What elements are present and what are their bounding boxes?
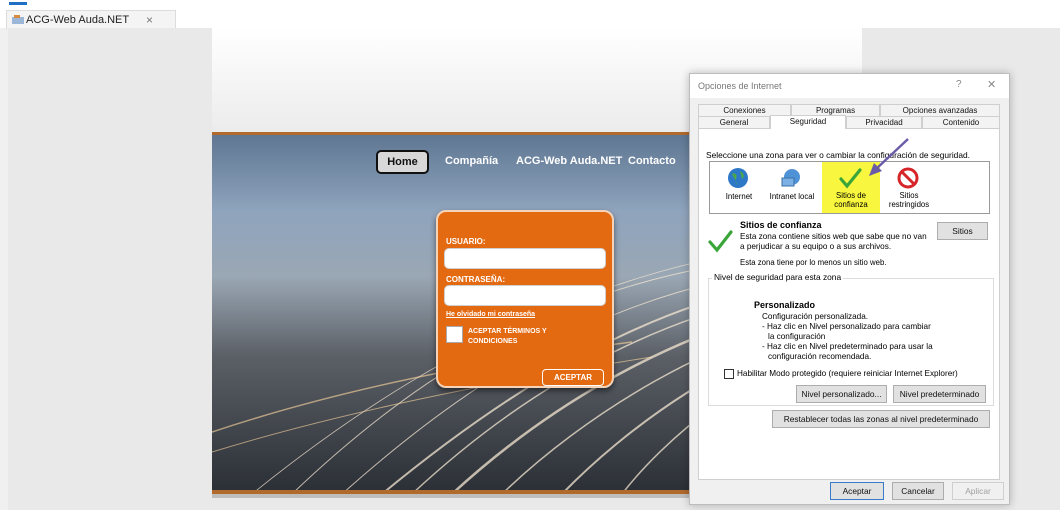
zone-label-internet: Internet (725, 192, 753, 201)
browser-logo-mark (9, 2, 27, 5)
browser-tabbar: ACG-Web Auda.NET × (0, 0, 1060, 30)
nav-home[interactable]: Home (376, 150, 429, 174)
zone-list: Internet Intranet local Sitios de confia… (709, 161, 990, 214)
terms-label: ACEPTAR TÉRMINOS Y CONDICIONES (468, 328, 547, 345)
sites-button[interactable]: Sitios (937, 222, 988, 240)
tab-opciones-avanzadas[interactable]: Opciones avanzadas (880, 104, 1000, 116)
default-level-button[interactable]: Nivel predeterminado (893, 385, 986, 403)
zone-prompt: Seleccione una zona para ver o cambiar l… (706, 150, 970, 160)
cancel-button[interactable]: Cancelar (892, 482, 944, 500)
protected-mode-label: Habilitar Modo protegido (requiere reini… (737, 369, 958, 378)
nav-acg-web[interactable]: ACG-Web Auda.NET (516, 155, 622, 167)
nav-company[interactable]: Compañía (445, 155, 498, 167)
checkmark-icon (839, 168, 862, 189)
reset-all-zones-button[interactable]: Restablecer todas las zonas al nivel pre… (772, 410, 990, 428)
tab-seguridad[interactable]: Seguridad (770, 115, 846, 129)
zone-label-restricted: Sitios restringidos (888, 191, 930, 209)
terms-checkbox[interactable] (446, 326, 463, 343)
tab-contenido[interactable]: Contenido (922, 116, 1000, 128)
screen: ACG-Web Auda.NET × Home Compañía ACG-Web… (0, 0, 1060, 510)
tab-general[interactable]: General (698, 116, 770, 128)
close-icon[interactable]: ✕ (987, 78, 996, 91)
nav-contact[interactable]: Contacto (628, 155, 676, 167)
password-label: CONTRASEÑA: (446, 275, 506, 284)
dialog-title: Opciones de Internet (698, 81, 782, 91)
user-label: USUARIO: (446, 237, 486, 246)
zone-label-intranet: Intranet local (769, 192, 815, 201)
ok-button[interactable]: Aceptar (830, 482, 884, 500)
login-panel: USUARIO: CONTRASEÑA: He olvidado mi cont… (436, 210, 614, 388)
custom-level-button[interactable]: Nivel personalizado... (796, 385, 887, 403)
login-accept-button[interactable]: ACEPTAR (542, 369, 604, 386)
apply-button[interactable]: Aplicar (952, 482, 1004, 500)
level-line-3: la configuración (768, 332, 826, 341)
level-title: Personalizado (754, 300, 816, 310)
zone-detail-title: Sitios de confianza (740, 220, 822, 230)
browser-tab[interactable]: ACG-Web Auda.NET × (6, 10, 176, 30)
level-line-1: Configuración personalizada. (762, 312, 869, 321)
help-icon[interactable]: ? (956, 79, 962, 90)
username-input[interactable] (444, 248, 606, 269)
tab-close-icon[interactable]: × (146, 13, 153, 27)
password-input[interactable] (444, 285, 606, 306)
zone-internet[interactable]: Internet (710, 162, 768, 213)
level-line-5: configuración recomendada. (768, 352, 872, 361)
tab-title: ACG-Web Auda.NET (26, 14, 130, 26)
forgot-password-link[interactable]: He olvidado mi contraseña (446, 311, 535, 318)
zone-description: Esta zona contiene sitios web que sabe q… (740, 232, 927, 251)
intranet-icon (781, 169, 800, 187)
favicon-icon (12, 15, 24, 24)
dialog-titlebar: Opciones de Internet ? ✕ (690, 74, 1009, 98)
zone-note: Esta zona tiene por lo menos un sitio we… (740, 258, 887, 267)
zone-label-trusted: Sitios de confianza (834, 191, 868, 209)
zone-intranet[interactable]: Intranet local (763, 162, 821, 213)
protected-mode-checkbox[interactable] (724, 369, 734, 379)
trusted-check-icon (708, 230, 733, 253)
globe-icon (728, 168, 748, 188)
security-level-label: Nivel de seguridad para esta zona (712, 272, 844, 282)
tab-privacidad[interactable]: Privacidad (846, 116, 922, 128)
pointer-arrow-icon (869, 138, 909, 176)
level-line-2: - Haz clic en Nivel personalizado para c… (762, 322, 931, 331)
level-line-4: - Haz clic en Nivel predeterminado para … (762, 342, 933, 351)
